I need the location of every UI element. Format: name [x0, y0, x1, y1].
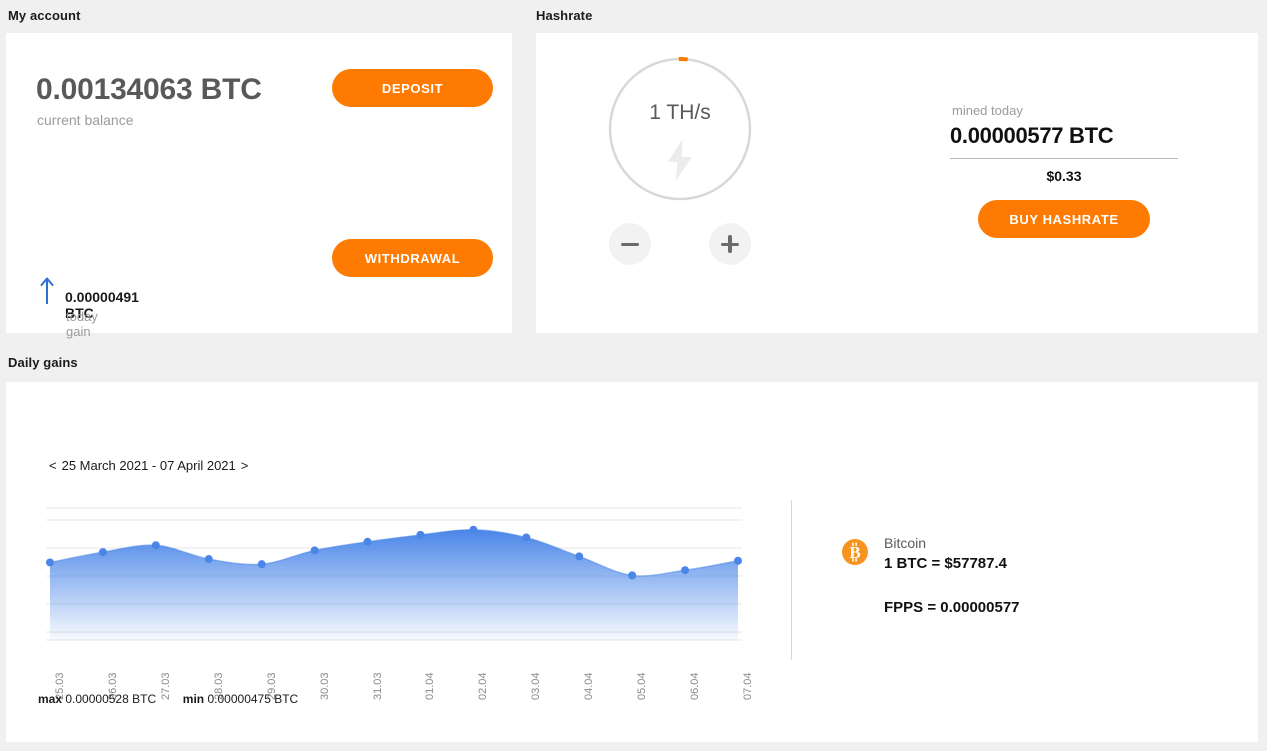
coin-fpps-value: FPPS = 0.00000577 [884, 599, 1020, 616]
prev-period-button[interactable]: < [46, 458, 60, 473]
mined-today-label: mined today [952, 103, 1023, 118]
chart-x-label: 02.04 [477, 672, 490, 700]
hashrate-card: 1 TH/s mined today 0.00000577 BTC $0.33 … [536, 33, 1258, 333]
chart-x-label: 07.04 [742, 672, 754, 700]
current-balance-label: current balance [37, 112, 134, 128]
hashrate-section-title: Hashrate [536, 8, 593, 23]
next-period-button[interactable]: > [238, 458, 252, 473]
coin-name: Bitcoin [884, 535, 927, 551]
min-value: 0.00000475 BTC [207, 692, 299, 706]
daily-gains-card: <25 March 2021 - 07 April 2021 > 25.03 26.… [6, 382, 1258, 742]
plus-icon-vertical [728, 235, 732, 253]
bitcoin-icon: B [842, 539, 868, 565]
date-range-label: 25 March 2021 - 07 April 2021 [61, 458, 236, 473]
arrow-up-icon [40, 277, 54, 304]
chart-x-label: 30.03 [318, 672, 331, 700]
current-balance-amount: 0.00134063 BTC [36, 73, 262, 106]
my-account-card: 0.00134063 BTC current balance DEPOSIT 0… [6, 33, 512, 339]
chart-x-label: 03.04 [530, 672, 543, 700]
mined-today-block: mined today 0.00000577 BTC $0.33 BUY HAS… [950, 103, 1178, 238]
max-key: max [38, 692, 63, 706]
mined-today-usd: $0.33 [1046, 168, 1082, 184]
my-account-section-title: My account [8, 8, 81, 23]
chart-min-max-summary: max 0.00000528 BTC min 0.00000475 BTC [38, 692, 298, 706]
decrease-hashrate-button[interactable] [609, 223, 651, 265]
dashboard-page: My account 0.00134063 BTC current balanc… [0, 0, 1267, 751]
chart-x-label: 06.04 [689, 672, 702, 700]
min-key: min [182, 692, 205, 706]
withdrawal-button[interactable]: WITHDRAWAL [332, 239, 493, 277]
chart-x-label: 05.04 [636, 672, 649, 700]
coin-exchange-rate: 1 BTC = $57787.4 [884, 555, 1007, 572]
today-gain-label: today gain [66, 309, 98, 339]
minus-icon [621, 242, 639, 246]
increase-hashrate-button[interactable] [709, 223, 751, 265]
lightning-bolt-icon [668, 139, 692, 181]
mined-today-amount: 0.00000577 BTC [950, 123, 1114, 148]
chart-x-label: 04.04 [583, 672, 596, 700]
mined-divider [950, 158, 1178, 159]
deposit-button[interactable]: DEPOSIT [332, 69, 493, 107]
daily-gains-chart [46, 488, 742, 654]
max-value: 0.00000528 BTC [65, 692, 157, 706]
hashrate-gauge: 1 TH/s [606, 55, 754, 203]
buy-hashrate-button[interactable]: BUY HASHRATE [978, 200, 1150, 238]
date-range-navigator: <25 March 2021 - 07 April 2021 > [46, 458, 251, 473]
vertical-divider [791, 500, 792, 660]
svg-text:B: B [849, 543, 860, 562]
chart-x-label: 31.03 [371, 672, 384, 700]
hashrate-value: 1 TH/s [649, 101, 711, 124]
chart-x-label: 01.04 [424, 672, 437, 700]
daily-gains-section-title: Daily gains [8, 355, 78, 370]
